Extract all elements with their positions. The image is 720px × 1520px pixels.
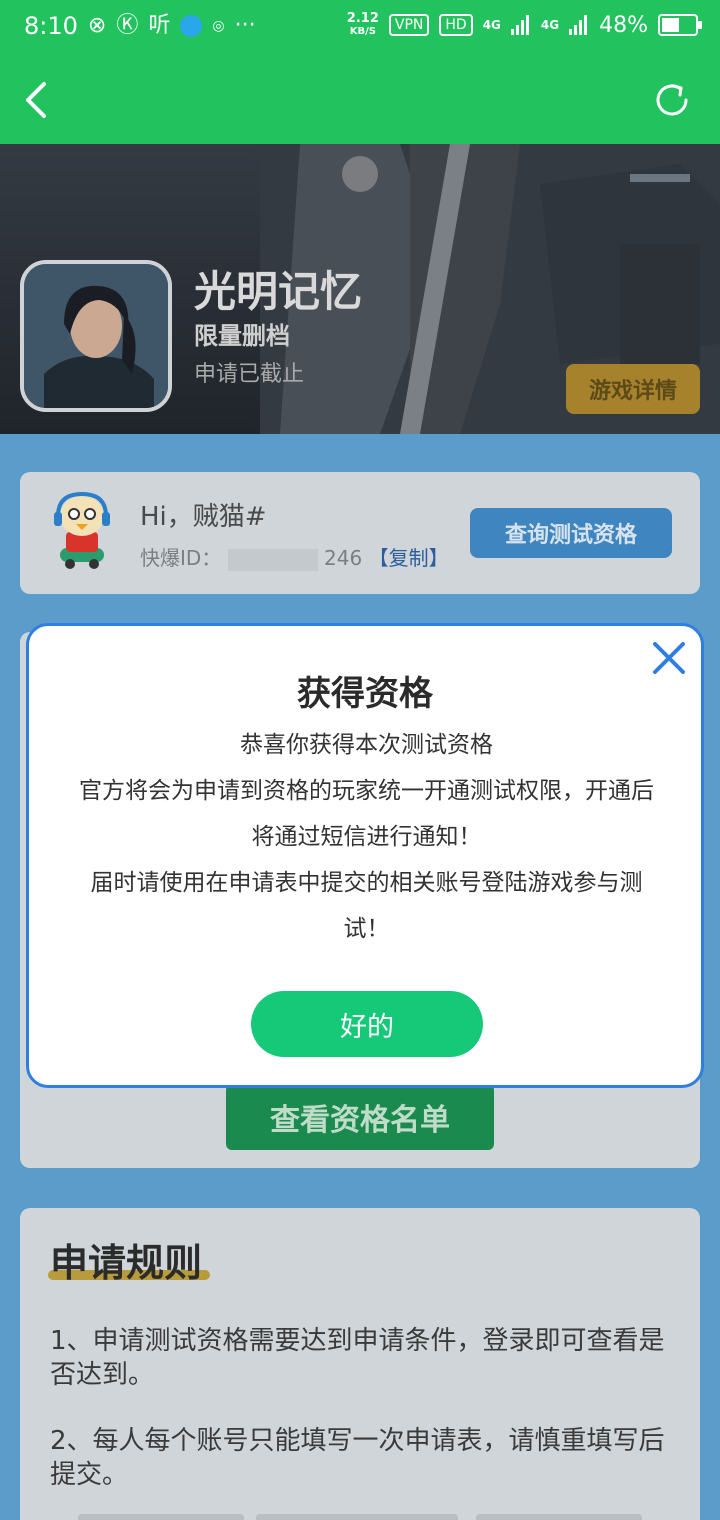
user-id-row: 快爆ID： 246 【复制】 (140, 542, 449, 571)
notification-icon: ◎ (212, 18, 225, 34)
rules-title: 申请规则 (50, 1241, 203, 1285)
modal-message: 恭喜你获得本次测试资格 官方将会为申请到资格的玩家统一开通测试权限，开通后将通过… (79, 722, 654, 952)
signal-4g-2-icon: 4G (540, 18, 560, 32)
user-card: Hi，贼猫# 快爆ID： 246 【复制】 查询测试资格 (20, 472, 700, 594)
signal-bars-2-icon (569, 15, 588, 35)
refresh-icon[interactable] (650, 78, 694, 122)
battery-icon (658, 14, 702, 36)
network-speed: 2.12 KB/S (347, 12, 379, 38)
rule-item: 2、每人每个账号只能填写一次申请表，请慎重填写后提交。 (50, 1426, 665, 1490)
application-status: 申请已截止 (194, 362, 305, 387)
status-bar: 8:10 ⊗ Ⓚ 听 ◎ ··· 2.12 KB/S VPN HD 4G 4G … (0, 0, 720, 56)
rule-item: 1、申请测试资格需要达到申请条件，登录即可查看是否达到。 (50, 1326, 665, 1390)
search-app-icon (180, 15, 203, 37)
modal-line-instruction: 届时请使用在申请表中提交的相关账号登陆游戏参与测试！ (90, 870, 643, 942)
qualification-modal: 获得资格 恭喜你获得本次测试资格 官方将会为申请到资格的玩家统一开通测试权限，开… (26, 623, 704, 1088)
user-id-label: 快爆ID： (140, 546, 222, 570)
more-notifications-icon: ··· (234, 13, 256, 38)
k-app-icon: Ⓚ (116, 13, 139, 38)
game-banner: 光明记忆 限量删档 申请已截止 游戏详情 (0, 144, 720, 434)
rules-tab-stub (256, 1514, 458, 1520)
modal-line-notice: 官方将会为申请到资格的玩家统一开通测试权限，开通后将通过短信进行通知！ (79, 778, 654, 850)
hd-badge: HD (439, 14, 473, 36)
modal-line-congrats: 恭喜你获得本次测试资格 (240, 732, 493, 758)
game-subtitle: 限量删档 (194, 322, 290, 350)
game-title: 光明记忆 (194, 267, 363, 316)
user-id-redacted (227, 548, 318, 571)
query-qualification-button[interactable]: 查询测试资格 (470, 508, 672, 558)
game-app-icon[interactable] (20, 260, 172, 412)
rules-tab-stub (78, 1514, 244, 1520)
game-character-icon (24, 264, 168, 408)
avatar[interactable] (50, 488, 114, 570)
ok-button[interactable]: 好的 (251, 991, 483, 1057)
signal-bars-1-icon (510, 15, 529, 35)
view-qualification-list-button[interactable]: 查看资格名单 (226, 1084, 494, 1150)
bluetooth-icon: ⊗ (87, 13, 107, 38)
speed-unit: KB/S (349, 26, 376, 37)
signal-4g-1-icon: 4G (482, 18, 501, 32)
rules-card: 申请规则 1、申请测试资格需要达到申请条件，登录即可查看是否达到。 2、每人每个… (20, 1208, 700, 1520)
status-time: 8:10 (24, 12, 78, 40)
user-id-suffix: 246 (324, 546, 363, 570)
speed-value: 2.12 (346, 11, 379, 26)
chevron-left-icon[interactable] (18, 78, 62, 122)
user-greeting: Hi，贼猫# (140, 502, 267, 532)
rules-tab-stub (476, 1514, 642, 1520)
vpn-badge: VPN (388, 14, 430, 36)
modal-title: 获得资格 (297, 674, 433, 714)
listen-app-icon: 听 (148, 13, 171, 38)
copy-id-link[interactable]: 【复制】 (369, 546, 449, 570)
game-detail-button[interactable]: 游戏详情 (566, 364, 700, 414)
top-bar: 8:10 ⊗ Ⓚ 听 ◎ ··· 2.12 KB/S VPN HD 4G 4G … (0, 0, 720, 144)
battery-percent: 48% (599, 12, 648, 38)
